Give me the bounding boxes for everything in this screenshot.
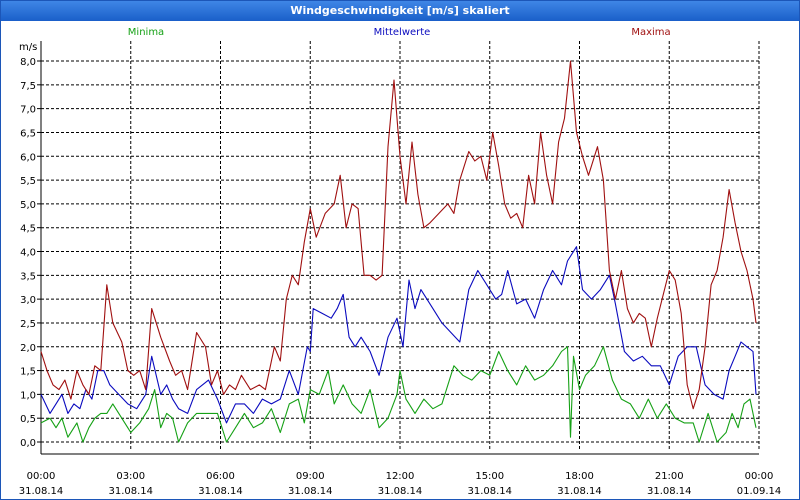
x-tick-time: 21:00 [655,471,684,482]
y-tick-label: 3,0 [20,295,36,306]
x-tick-date: 31.08.14 [19,486,64,497]
x-tick-time: 06:00 [206,471,235,482]
x-tick-labels: 00:00 31.08.14 03:00 31.08.14 06:00 31.08.14 0… [19,471,782,497]
y-tick-label: 7,5 [20,81,36,92]
x-tick-time: 18:00 [565,471,594,482]
y-tick-label: 2,5 [20,319,36,330]
x-tick-time: 12:00 [386,471,415,482]
x-tick-date: 31.08.14 [108,486,153,497]
y-tick-label: 5,5 [20,176,36,187]
x-tick-date: 31.08.14 [288,486,333,497]
y-tick-label: 6,5 [20,128,36,139]
y-tick-label: 6,0 [20,152,36,163]
y-tick-label: 0,0 [20,438,36,449]
x-tick-time: 00:00 [27,471,56,482]
x-tick-date: 31.08.14 [378,486,423,497]
y-tick-label: 3,5 [20,271,36,282]
y-tick-label: 5,0 [20,200,36,211]
legend-minima: Minima [128,27,164,38]
x-tick-date: 31.08.14 [557,486,602,497]
y-tick-label: 8,0 [20,57,36,68]
y-tick-label: 1,0 [20,390,36,401]
legend-maxima: Maxima [631,27,670,38]
x-tick-date: 01.09.14 [737,486,782,497]
series-line-maxima [40,60,757,410]
x-tick-time: 00:00 [745,471,774,482]
x-tick-date: 31.08.14 [647,486,692,497]
y-tick-label: 7,0 [20,105,36,116]
x-tick-time: 09:00 [296,471,325,482]
legend-mittelwerte: Mittelwerte [374,27,431,38]
y-tick-label: 4,5 [20,224,36,235]
x-tick-date: 31.08.14 [467,486,512,497]
x-tick-time: 15:00 [475,471,504,482]
wind-speed-chart: m/s Minima Mittelwerte Maxima 0,0 0,5 1,0 1… [19,27,782,497]
y-tick-label: 2,0 [20,343,36,354]
y-tick-label: 4,0 [20,248,36,259]
y-tick-label: 0,5 [20,414,36,425]
grid-lines [37,41,760,455]
x-tick-time: 03:00 [116,471,145,482]
y-tick-labels: 0,0 0,5 1,0 1,5 2,0 2,5 3,0 3,5 4,0 4,5 5,0 5,5 6,0 6… [20,57,36,449]
y-tick-label: 1,5 [20,367,36,378]
y-axis-unit-label: m/s [19,42,37,53]
x-tick-date: 31.08.14 [198,486,243,497]
